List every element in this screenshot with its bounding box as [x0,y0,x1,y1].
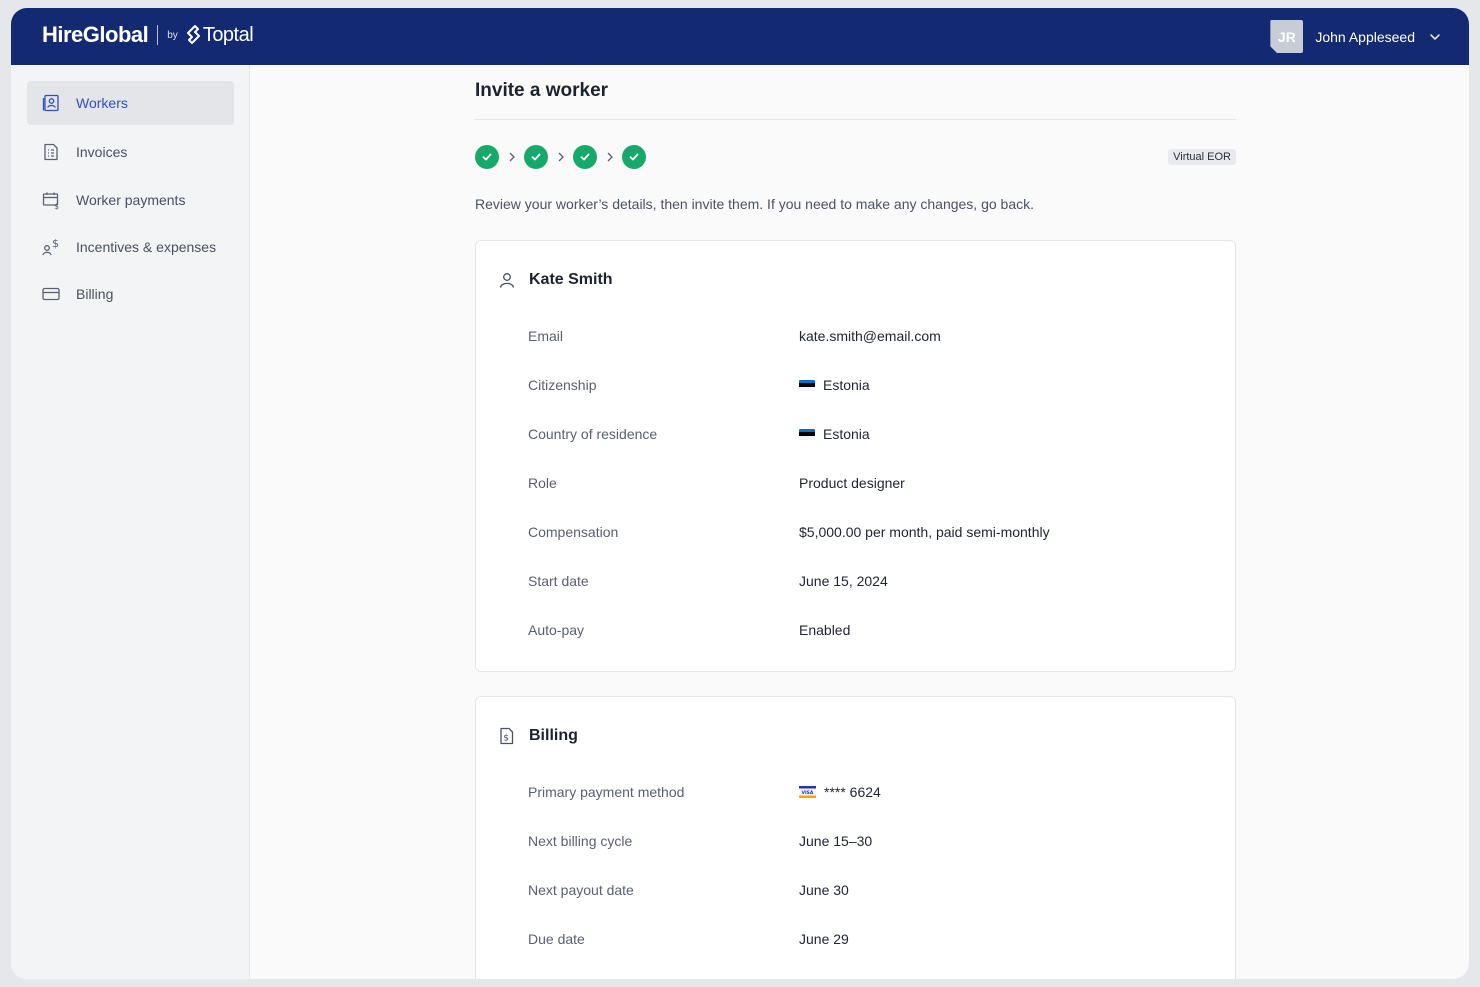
page-title: Invite a worker [475,80,609,101]
check-icon [580,153,590,161]
billing-title: Billing [529,727,578,744]
row-value: Enabled [799,622,851,638]
brand-by: by [167,29,178,41]
estonia-flag-icon [799,428,815,440]
row-label: Country of residence [528,426,658,442]
user-menu[interactable]: JR John Appleseed [1270,20,1441,53]
detail-row-email: Email kate.smith@email.com [528,326,1215,346]
top-bar: HireGlobal by Toptal JR John Appleseed [11,8,1469,65]
row-value: June 29 [799,931,849,947]
toptal-logo-icon [186,25,200,44]
sidebar-item-label: Worker payments [76,192,186,208]
invoice-dollar-icon: $ [500,727,514,745]
partner-name: Toptal [202,23,254,46]
chevron-right-icon [607,152,613,162]
step-complete-1[interactable] [475,145,499,169]
svg-text:$: $ [52,237,59,250]
detail-row-residence: Country of residence Estonia [528,424,1215,444]
row-label: Next billing cycle [528,833,633,849]
row-label: Primary payment method [528,784,685,800]
visa-icon: VISA [799,786,816,798]
worker-name: Kate Smith [529,271,613,288]
brand-divider [157,25,159,45]
billing-row-next-cycle: Next billing cycle June 15–30 [528,831,1215,851]
row-value: Estonia [823,377,870,393]
avatar: JR [1270,20,1304,53]
check-icon [482,153,492,161]
billing-card-icon [42,287,60,301]
row-value: kate.smith@email.com [799,328,941,344]
sidebar-item-worker-payments[interactable]: $ Worker payments [27,178,234,222]
worker-details-card: Kate Smith Email kate.smith@email.com Ci… [475,240,1236,672]
row-value: **** 6624 [824,784,881,800]
sidebar-item-label: Workers [76,95,128,111]
row-value: June 15–30 [799,833,873,849]
row-label: Citizenship [528,377,597,393]
intro-text: Review your worker’s details, then invit… [475,196,1035,212]
step-separator [597,152,622,162]
step-complete-4[interactable] [622,145,646,169]
billing-row-payout-date: Next payout date June 30 [528,880,1215,900]
check-icon [531,153,541,161]
row-label: Start date [528,573,589,589]
chevron-down-icon [1430,33,1440,40]
billing-card: $ Billing Primary payment method VISA **… [475,696,1236,979]
incentives-icon: $ [42,237,59,256]
sidebar-item-label: Invoices [76,144,128,160]
step-separator [548,152,573,162]
svg-text:$: $ [54,202,59,210]
step-complete-2[interactable] [524,145,548,169]
card-header: $ Billing [498,727,578,745]
step-separator [499,152,524,162]
detail-row-start-date: Start date June 15, 2024 [528,571,1215,591]
app-window: HireGlobal by Toptal JR John Appleseed W… [11,8,1469,979]
worker-payments-icon: $ [42,192,59,210]
card-header: Kate Smith [498,271,613,289]
row-label: Due date [528,931,585,947]
brand-logo[interactable]: HireGlobal by Toptal [42,22,254,48]
chevron-right-icon [509,152,515,162]
sidebar: Workers Invoices $ Worker payments $ Inc… [11,65,250,979]
main-content: Invite a worker Virtual EOR Review your … [251,65,1469,979]
workers-icon [42,94,59,112]
svg-text:$: $ [503,734,509,744]
check-icon [629,153,639,161]
person-icon [499,273,515,288]
divider [475,119,1236,120]
sidebar-item-incentives[interactable]: $ Incentives & expenses [27,225,234,269]
row-value: Product designer [799,475,905,491]
sidebar-item-workers[interactable]: Workers [27,81,234,125]
detail-row-compensation: Compensation $5,000.00 per month, paid s… [528,522,1215,542]
detail-row-role: Role Product designer [528,473,1215,493]
brand-name: HireGlobal [42,22,149,47]
row-value: June 30 [799,882,849,898]
row-label: Role [528,475,557,491]
step-complete-3[interactable] [573,145,597,169]
eor-type-badge: Virtual EOR [1168,149,1236,165]
sidebar-item-label: Incentives & expenses [76,239,217,255]
row-label: Auto-pay [528,622,585,638]
row-value: $5,000.00 per month, paid semi-monthly [799,524,1050,540]
estonia-flag-icon [799,379,815,391]
svg-text:VISA: VISA [802,790,814,796]
stepper [475,145,646,169]
row-label: Compensation [528,524,619,540]
row-label: Next payout date [528,882,634,898]
invoices-icon [44,143,58,161]
sidebar-item-label: Billing [76,286,114,302]
sidebar-item-invoices[interactable]: Invoices [27,130,234,174]
billing-row-payment-method: Primary payment method VISA **** 6624 [528,782,1215,802]
user-name: John Appleseed [1315,28,1415,45]
chevron-right-icon [558,152,564,162]
detail-row-auto-pay: Auto-pay Enabled [528,620,1215,640]
detail-row-citizenship: Citizenship Estonia [528,375,1215,395]
sidebar-item-billing[interactable]: Billing [27,272,234,316]
row-value: June 15, 2024 [799,573,888,589]
row-value: Estonia [823,426,870,442]
billing-row-due-date: Due date June 29 [528,929,1215,949]
row-label: Email [528,328,564,344]
